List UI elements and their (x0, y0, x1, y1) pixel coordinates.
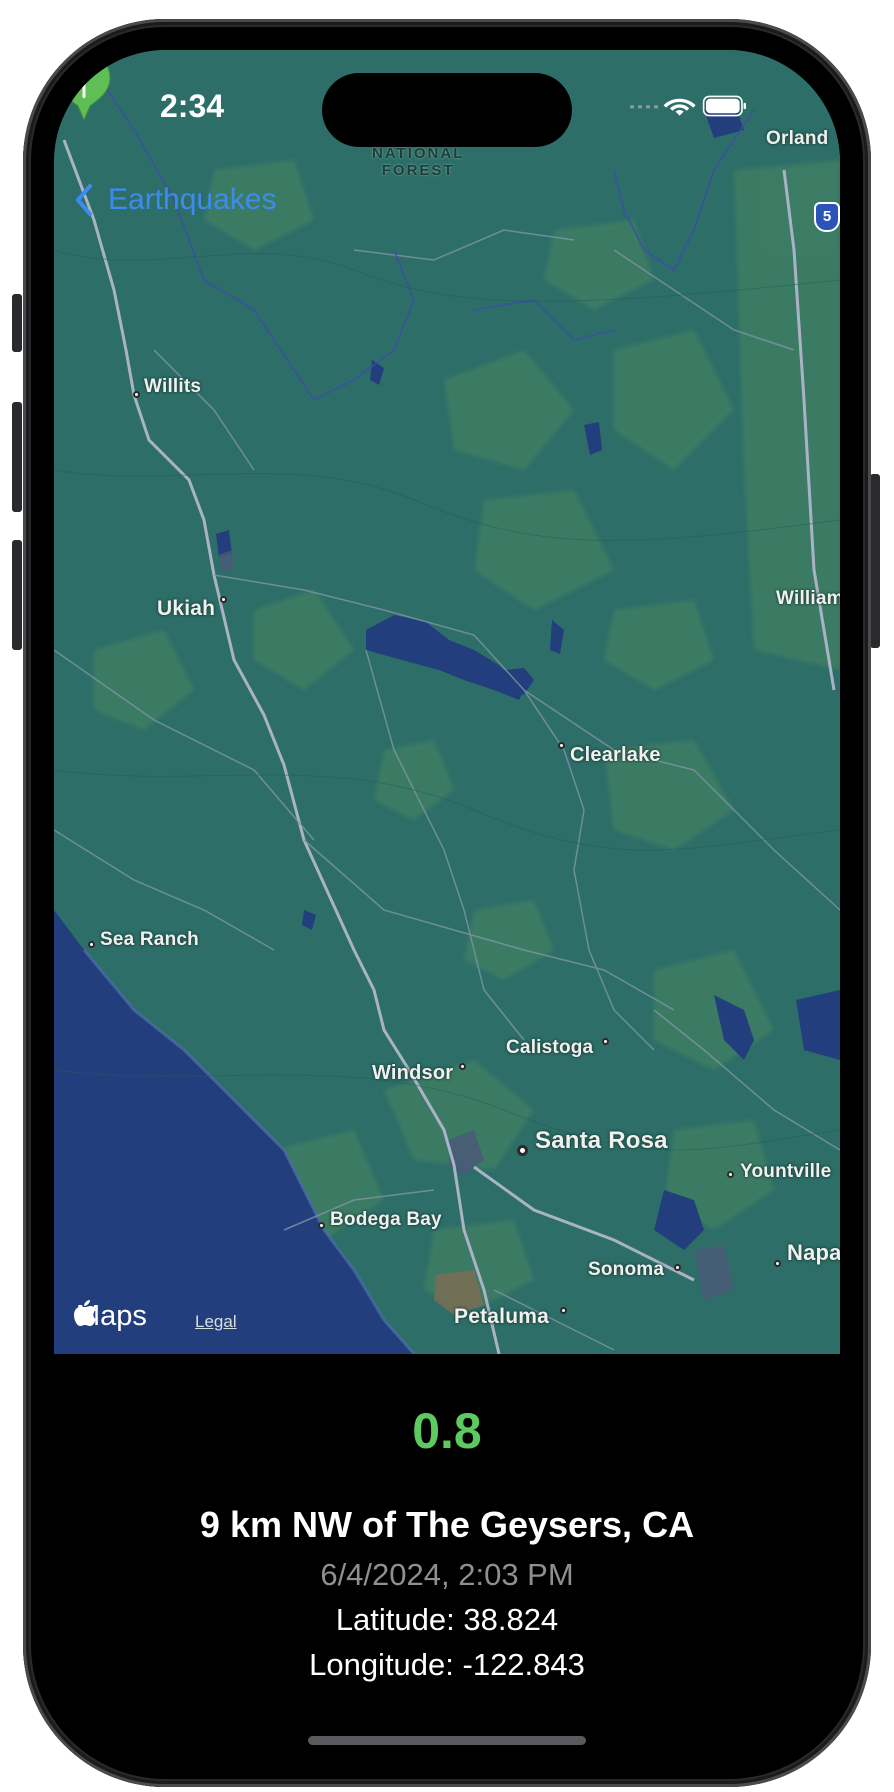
map-label-santa-rosa: Santa Rosa (535, 1127, 668, 1154)
earthquake-time: 6/4/2024, 2:03 PM (320, 1557, 574, 1592)
city-dot-bodega-bay (318, 1222, 325, 1229)
back-button-label: Earthquakes (108, 183, 277, 216)
map-label-clearlake: Clearlake (570, 744, 661, 766)
map-label-orland: Orland (766, 128, 829, 149)
city-dot-ukiah (220, 596, 227, 603)
city-dot-petaluma (560, 1307, 567, 1314)
national-forest-label-line2: FOREST (381, 162, 455, 179)
map-label-napa: Napa (787, 1240, 840, 1265)
action-button (12, 294, 22, 352)
map-label-ukiah: Ukiah (157, 597, 216, 620)
status-time: 2:34 (160, 88, 225, 124)
volume-down-button (12, 540, 22, 650)
interstate-number: 5 (822, 208, 832, 225)
magnitude-value: 0.8 (412, 1403, 482, 1459)
volume-up-button (12, 402, 22, 512)
map-label-willits: Willits (144, 376, 202, 397)
map-label-windsor: Windsor (372, 1062, 454, 1084)
national-forest-label: NATIONAL FOREST (372, 145, 464, 179)
legal-link[interactable]: Legal (195, 1312, 237, 1332)
map-label-yountville: Yountville (740, 1161, 832, 1182)
chevron-left-icon (76, 184, 92, 216)
apple-maps-logo[interactable]: Maps (74, 1300, 147, 1333)
map-label-calistoga: Calistoga (506, 1037, 594, 1058)
map-label-sea-ranch: Sea Ranch (100, 929, 199, 950)
map-label-sonoma: Sonoma (588, 1259, 665, 1280)
cellular-signal-icon (630, 105, 658, 109)
screen: NATIONAL FOREST Orland 5 Willits Ukiah W… (54, 50, 840, 1756)
map-label-williams: William (776, 588, 840, 609)
power-button (870, 474, 880, 648)
home-indicator[interactable] (308, 1736, 586, 1745)
apple-icon (74, 1300, 96, 1326)
back-button[interactable]: Earthquakes (70, 182, 276, 218)
city-dot-clearlake (558, 742, 565, 749)
dynamic-island (322, 73, 572, 147)
earthquake-place: 9 km NW of The Geysers, CA (199, 1504, 695, 1545)
earthquake-details: 0.8 9 km NW of The Geysers, CA 6/4/2024,… (54, 1354, 840, 1756)
earthquake-latitude: Latitude: 38.824 (335, 1602, 559, 1637)
earthquake-longitude: Longitude: -122.843 (309, 1647, 585, 1682)
map-label-bodega-bay: Bodega Bay (330, 1209, 442, 1230)
battery-icon (702, 95, 746, 117)
map-view[interactable]: NATIONAL FOREST Orland 5 Willits Ukiah W… (54, 50, 840, 1354)
city-dot-santa-rosa (517, 1145, 528, 1156)
city-dot-calistoga (602, 1038, 609, 1045)
national-forest-label-line1: NATIONAL (372, 145, 465, 162)
city-dot-napa (774, 1260, 781, 1267)
city-dot-sea-ranch (88, 941, 95, 948)
map-terrain (54, 50, 840, 1354)
map-label-petaluma: Petaluma (454, 1305, 549, 1328)
interstate-shield-icon: 5 (814, 202, 840, 232)
city-dot-sonoma (674, 1264, 681, 1271)
wifi-icon (663, 98, 696, 116)
city-dot-windsor (459, 1063, 466, 1070)
earthquake-pin-icon[interactable] (54, 50, 114, 122)
city-dot-yountville (727, 1171, 734, 1178)
status-icons (630, 95, 746, 117)
city-dot-willits (133, 391, 140, 398)
